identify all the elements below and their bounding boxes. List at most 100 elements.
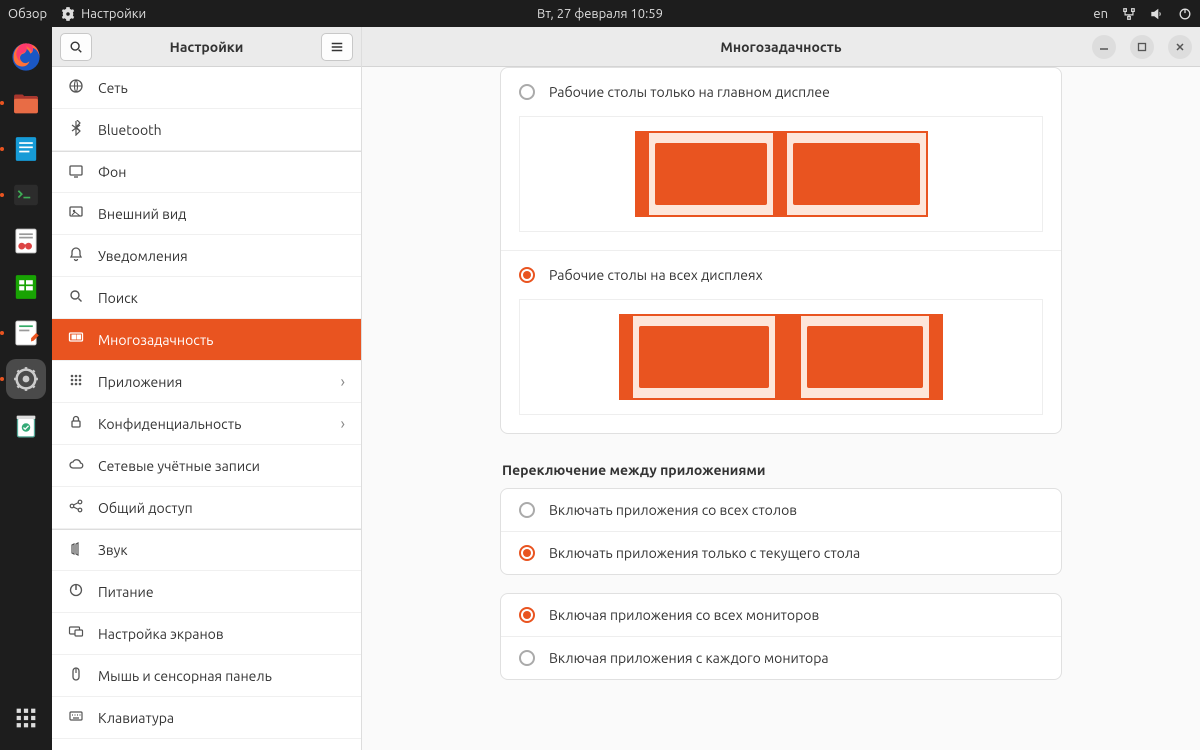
content-header: Многозадачность: [362, 27, 1200, 67]
keyboard-layout-indicator[interactable]: en: [1093, 7, 1108, 21]
sidebar-item-displays[interactable]: Настройка экранов: [52, 613, 361, 655]
search-icon: [68, 288, 84, 307]
content-body: Рабочие столы только на главном дисплее …: [362, 67, 1200, 750]
sidebar-item-label: Мышь и сенсорная панель: [98, 668, 272, 684]
radio-icon: [519, 502, 535, 518]
apps-all-workspaces-option[interactable]: Включать приложения со всех столов: [501, 489, 1061, 531]
sidebar-item-monitor[interactable]: Многозадачность: [52, 319, 361, 361]
globe-icon: [68, 78, 84, 97]
app-switch-workspace-card: Включать приложения со всех столов Включ…: [500, 488, 1062, 575]
sidebar-item-label: Общий доступ: [98, 500, 193, 516]
hamburger-menu-button[interactable]: [321, 33, 353, 61]
clock[interactable]: Вт, 27 февраля 10:59: [537, 7, 663, 21]
sidebar-item-label: Уведомления: [98, 248, 188, 264]
wallpaper-icon: [68, 163, 84, 182]
apps-each-monitor-option[interactable]: Включая приложения с каждого монитора: [501, 637, 1061, 679]
sidebar-item-label: Фон: [98, 164, 126, 180]
keyboard-icon: [68, 708, 84, 727]
activities-button[interactable]: Обзор: [8, 7, 47, 21]
app-switch-monitor-card: Включая приложения со всех мониторов Вкл…: [500, 593, 1062, 680]
sidebar-item-label: Клавиатура: [98, 710, 174, 726]
sidebar-item-label: Bluetooth: [98, 122, 162, 138]
sidebar-item-cloud[interactable]: Сетевые учётные записи: [52, 445, 361, 487]
apps-all-monitors-option[interactable]: Включая приложения со всех мониторов: [501, 594, 1061, 636]
bell-icon: [68, 246, 84, 265]
sidebar-item-label: Сетевые учётные записи: [98, 458, 260, 474]
sound-icon: [68, 541, 84, 560]
dock-calc-icon[interactable]: [6, 267, 46, 307]
sidebar-item-grid[interactable]: Приложения ›: [52, 361, 361, 403]
sidebar-item-label: Поиск: [98, 290, 138, 306]
option-label: Включать приложения только с текущего ст…: [549, 545, 860, 561]
dock-terminal-icon[interactable]: [6, 175, 46, 215]
dock-settings-icon[interactable]: [6, 359, 46, 399]
sidebar-item-share[interactable]: Общий доступ: [52, 487, 361, 529]
option-label: Рабочие столы только на главном дисплее: [549, 84, 830, 100]
sidebar-item-label: Питание: [98, 584, 154, 600]
power-icon[interactable]: [1178, 7, 1192, 21]
page-title: Многозадачность: [720, 39, 841, 55]
network-icon[interactable]: [1122, 7, 1136, 21]
workspaces-all-option[interactable]: Рабочие столы на всех дисплеях: [501, 251, 1061, 299]
monitor-icon: [68, 330, 84, 349]
sidebar-item-search[interactable]: Поиск: [52, 277, 361, 319]
radio-icon: [519, 267, 535, 283]
cloud-icon: [68, 456, 84, 475]
displays-icon: [68, 624, 84, 643]
radio-icon: [519, 84, 535, 100]
sidebar-list: Сеть Bluetooth Фон Внешний вид Уведомления По…: [52, 67, 361, 750]
sidebar-header: Настройки: [52, 27, 361, 67]
bluetooth-icon: [68, 120, 84, 139]
section-title-app-switching: Переключение между приложениями: [502, 462, 1062, 478]
chevron-right-icon: ›: [341, 373, 346, 391]
sidebar-item-label: Сеть: [98, 80, 128, 96]
radio-icon: [519, 650, 535, 666]
sidebar-item-bluetooth[interactable]: Bluetooth: [52, 109, 361, 151]
workspaces-primary-illustration: [519, 116, 1043, 232]
window-maximize-button[interactable]: [1130, 35, 1154, 59]
top-panel: Обзор Настройки Вт, 27 февраля 10:59 en: [0, 0, 1200, 27]
dock: [0, 27, 52, 750]
sidebar-title: Настройки: [52, 39, 361, 55]
option-label: Включать приложения со всех столов: [549, 502, 797, 518]
dock-writer-icon[interactable]: [6, 129, 46, 169]
window-close-button[interactable]: [1168, 35, 1192, 59]
sidebar-item-appearance[interactable]: Внешний вид: [52, 193, 361, 235]
multi-monitor-card: Рабочие столы только на главном дисплее …: [500, 67, 1062, 434]
window-minimize-button[interactable]: [1092, 35, 1116, 59]
dock-files-icon[interactable]: [6, 83, 46, 123]
gear-icon: [61, 7, 75, 21]
search-button[interactable]: [60, 33, 92, 61]
content-pane: Многозадачность Рабочие столы только на …: [362, 27, 1200, 750]
settings-window: Настройки Сеть Bluetooth Фон Внешний вид Уве…: [52, 27, 1200, 750]
lock-icon: [68, 414, 84, 433]
sidebar-item-label: Многозадачность: [98, 332, 213, 348]
sidebar-item-keyboard[interactable]: Клавиатура: [52, 697, 361, 739]
dock-evince-icon[interactable]: [6, 221, 46, 261]
dock-show-apps-icon[interactable]: [6, 698, 46, 738]
sidebar-item-label: Приложения: [98, 374, 182, 390]
apps-current-workspace-option[interactable]: Включать приложения только с текущего ст…: [501, 532, 1061, 574]
appearance-icon: [68, 204, 84, 223]
dock-trash-icon[interactable]: [6, 405, 46, 445]
chevron-right-icon: ›: [341, 415, 346, 433]
sidebar-item-label: Внешний вид: [98, 206, 186, 222]
power-icon: [68, 582, 84, 601]
dock-firefox-icon[interactable]: [6, 37, 46, 77]
radio-icon: [519, 545, 535, 561]
volume-icon[interactable]: [1150, 7, 1164, 21]
sidebar-item-power[interactable]: Питание: [52, 571, 361, 613]
sidebar-item-wallpaper[interactable]: Фон: [52, 151, 361, 193]
sidebar-item-label: Звук: [98, 542, 128, 558]
option-label: Рабочие столы на всех дисплеях: [549, 267, 763, 283]
option-label: Включая приложения с каждого монитора: [549, 650, 829, 666]
dock-notes-icon[interactable]: [6, 313, 46, 353]
sidebar-item-lock[interactable]: Конфиденциальность›: [52, 403, 361, 445]
mouse-icon: [68, 666, 84, 685]
workspaces-primary-option[interactable]: Рабочие столы только на главном дисплее: [501, 68, 1061, 116]
sidebar-item-mouse[interactable]: Мышь и сенсорная панель: [52, 655, 361, 697]
sidebar-item-sound[interactable]: Звук: [52, 529, 361, 571]
sidebar-item-bell[interactable]: Уведомления: [52, 235, 361, 277]
sidebar-item-globe[interactable]: Сеть: [52, 67, 361, 109]
app-menu[interactable]: Настройки: [61, 7, 146, 21]
